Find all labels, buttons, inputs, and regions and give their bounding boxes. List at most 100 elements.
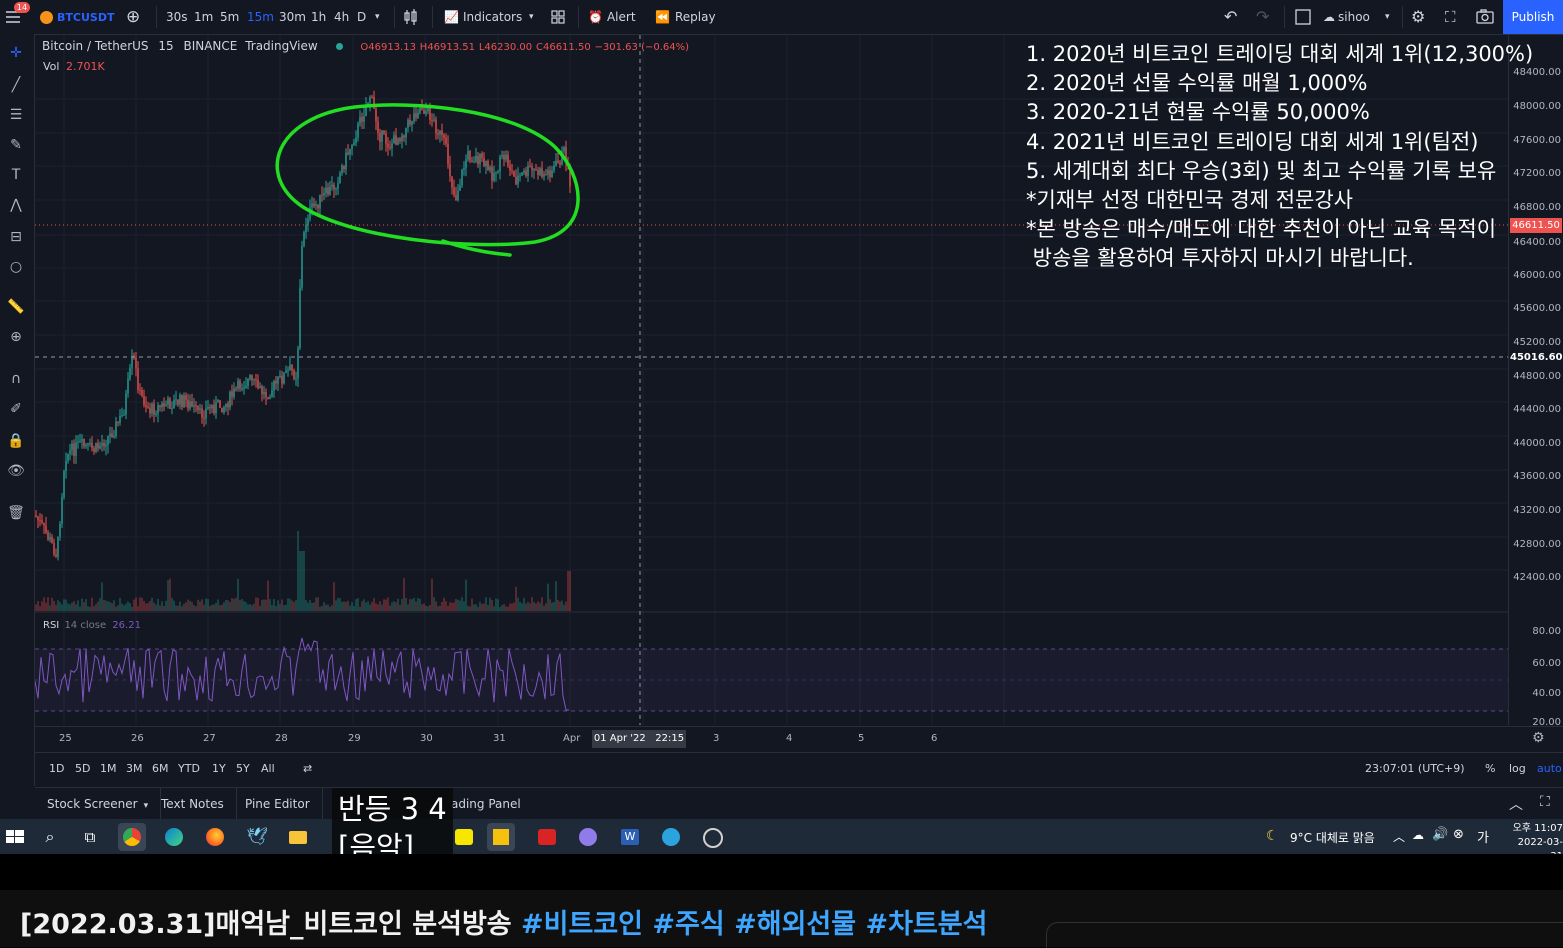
task-view-icon[interactable]: ⧉ [76, 823, 104, 851]
interval-1m[interactable]: 1m [194, 0, 213, 34]
lock-icon[interactable]: 🔒 [4, 430, 28, 452]
hand-drawn-circle-annotation[interactable] [275, 103, 580, 247]
range-3m[interactable]: 3M [126, 762, 143, 775]
chevron-up-icon[interactable]: ︿ [1509, 794, 1523, 814]
pattern-icon[interactable]: ⋀ [4, 194, 28, 216]
tab-text-notes[interactable]: Text Notes [149, 788, 237, 820]
ime-icon[interactable]: 가 [1477, 827, 1489, 846]
symbol-search[interactable]: BTCUSDT [40, 0, 114, 34]
brush-icon[interactable]: ✎ [4, 134, 28, 156]
fib-retracement-icon[interactable]: ☰ [4, 104, 28, 126]
price-tick: 43600.00 [1513, 471, 1561, 482]
timezone-clock[interactable]: 23:07:01 (UTC+9) [1365, 762, 1465, 775]
camera-icon[interactable] [1475, 0, 1495, 34]
rsi-legend[interactable]: RSI 14 close 26.21 [43, 620, 141, 631]
tray-chevron-up-icon[interactable]: ︿ [1393, 828, 1405, 845]
settings-gear-icon[interactable]: ⚙ [1411, 0, 1425, 34]
telegram-icon[interactable] [657, 823, 685, 851]
interval-4h[interactable]: 4h [334, 0, 349, 34]
file-explorer-icon[interactable] [284, 823, 312, 851]
sticky-notes-icon[interactable] [487, 823, 515, 851]
volume-legend[interactable]: Vol 2.701K [43, 60, 105, 73]
candle-body [83, 438, 85, 447]
auto-scale-toggle[interactable]: auto [1537, 762, 1562, 775]
time-axis[interactable]: 25 26 27 28 29 30 31 Apr 3 4 5 6 01 Apr … [35, 726, 1563, 751]
cloud-sync-icon[interactable]: ☁ [1412, 828, 1424, 842]
tab-pine-editor[interactable]: Pine Editor [233, 788, 323, 820]
ruler-icon[interactable]: 📏 [4, 296, 28, 318]
range-1m[interactable]: 1M [100, 762, 117, 775]
overlay-line: 4. 2021년 비트코인 트레이딩 대회 세계 1위(팀전) [1026, 129, 1479, 154]
range-1d[interactable]: 1D [49, 762, 64, 775]
interval-5m[interactable]: 5m [220, 0, 239, 34]
candle-body [487, 161, 489, 171]
red-app-icon[interactable] [533, 823, 561, 851]
expand-icon[interactable]: ⛶ [1445, 0, 1456, 34]
network-icon[interactable]: ⊗ [1453, 827, 1464, 842]
percent-scale-toggle[interactable]: % [1485, 762, 1495, 775]
indicators-chevron-down-icon[interactable]: ▾ [529, 0, 534, 34]
video-title[interactable]: [2022.03.31]매억남_비트코인 분석방송 #비트코인 #주식 #해외선… [20, 902, 987, 941]
video-hashtags[interactable]: #비트코인 #주식 #해외선물 #차트분석 [521, 909, 987, 940]
shape-circle-icon[interactable]: ○ [4, 256, 28, 278]
interval-30s[interactable]: 30s [166, 0, 188, 34]
interval-30m[interactable]: 30m [279, 0, 306, 34]
kakaotalk-icon[interactable] [450, 823, 478, 851]
redo-icon[interactable]: ↷ [1256, 0, 1269, 34]
interval-chevron-down-icon[interactable]: ▾ [375, 0, 380, 34]
candle-body [345, 152, 347, 170]
candle-style-icon[interactable] [403, 0, 419, 34]
candle-body [549, 170, 551, 177]
bird-app-icon[interactable]: 🕊 [243, 823, 271, 851]
range-1y[interactable]: 1Y [212, 762, 226, 775]
compare-add-icon[interactable]: ⊕ [126, 0, 140, 34]
range-ytd[interactable]: YTD [178, 762, 200, 775]
messenger-icon[interactable] [574, 823, 602, 851]
candle-body [169, 398, 171, 409]
word-icon[interactable]: W [616, 823, 644, 851]
legend-pair[interactable]: Bitcoin / TetherUS [42, 39, 149, 53]
weather-text[interactable]: 9°C 대체로 맑음 [1290, 829, 1375, 846]
trend-line-icon[interactable]: ╱ [4, 74, 28, 96]
zoom-in-icon[interactable]: ⊕ [4, 326, 28, 348]
goto-date-icon[interactable]: ⇄ [303, 762, 312, 775]
lock-drawing-icon[interactable]: ✐ [4, 398, 28, 420]
range-all[interactable]: All [261, 762, 275, 775]
layout-chevron-down-icon[interactable]: ▾ [1385, 0, 1390, 34]
speaker-icon[interactable]: 🔊 [1432, 827, 1448, 842]
range-5d[interactable]: 5D [75, 762, 90, 775]
range-5y[interactable]: 5Y [236, 762, 250, 775]
system-clock[interactable]: 오후 11:07 2022-03-31 [1506, 822, 1563, 854]
volume-bar [163, 606, 165, 611]
chrome-icon[interactable] [118, 823, 146, 851]
replay-button[interactable]: ⏪ Replay [655, 0, 716, 34]
firefox-icon[interactable] [201, 823, 229, 851]
trash-icon[interactable]: 🗑 [4, 502, 28, 524]
windows-start-icon[interactable] [2, 823, 30, 851]
interval-15m[interactable]: 15m [247, 0, 274, 34]
fullscreen-square-icon[interactable] [1294, 0, 1312, 34]
maximize-panel-icon[interactable]: ⛶ [1540, 794, 1550, 810]
alert-button[interactable]: ⏰ Alert [588, 0, 636, 34]
layout-name-button[interactable]: ☁ sihoo [1323, 0, 1370, 34]
edge-icon[interactable] [160, 823, 188, 851]
magnet-icon[interactable]: ∩ [4, 368, 28, 390]
undo-icon[interactable]: ↶ [1224, 0, 1237, 34]
eye-icon[interactable]: 👁 [4, 460, 28, 482]
indicators-button[interactable]: 📈 Indicators [444, 0, 522, 34]
forecast-icon[interactable]: ⊟ [4, 226, 28, 248]
interval-1h[interactable]: 1h [311, 0, 326, 34]
obs-icon[interactable] [698, 823, 726, 851]
tab-stock-screener[interactable]: Stock Screener ▾ [35, 788, 162, 820]
crosshair-icon[interactable]: ✛ [4, 42, 28, 64]
candle-body [453, 187, 455, 196]
log-scale-toggle[interactable]: log [1509, 762, 1526, 775]
range-6m[interactable]: 6M [152, 762, 169, 775]
layouts-grid-icon[interactable] [550, 0, 566, 34]
axis-settings-gear-icon[interactable]: ⚙ [1532, 730, 1545, 746]
text-tool-icon[interactable]: T [4, 164, 28, 186]
publish-button[interactable]: Publish [1503, 0, 1563, 34]
tab-trading-panel[interactable]: ading Panel [439, 788, 533, 820]
interval-d[interactable]: D [357, 0, 366, 34]
search-icon[interactable]: ⌕ [36, 823, 64, 851]
